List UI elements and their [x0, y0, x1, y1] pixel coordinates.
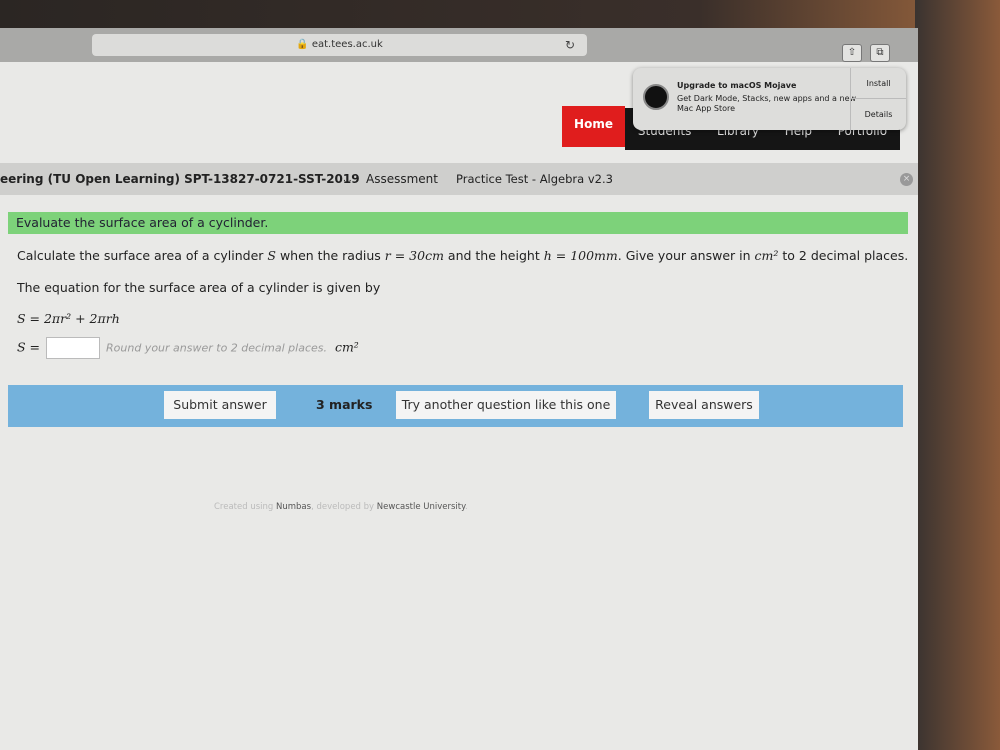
equation: S = 2πr² + 2πrh [17, 311, 120, 326]
mojave-icon [643, 84, 669, 110]
breadcrumb-test: Practice Test - Algebra v2.3 [456, 172, 613, 186]
question-heading: Evaluate the surface area of a cyclinder… [8, 212, 908, 234]
notification-body: Get Dark Mode, Stacks, new apps and a ne… [677, 94, 857, 113]
breadcrumb-assessment[interactable]: Assessment [366, 163, 438, 195]
submit-answer-button[interactable]: Submit answer [164, 391, 276, 419]
address-bar[interactable]: 🔒 eat.tees.ac.uk ↻ [92, 34, 587, 56]
breadcrumb: eering (TU Open Learning) SPT-13827-0721… [0, 163, 918, 195]
browser-toolbar: 🔒 eat.tees.ac.uk ↻ ⇧ ⧉ [0, 28, 918, 62]
tabs-icon[interactable]: ⧉ [870, 44, 890, 62]
question-statement: Calculate the surface area of a cylinder… [17, 248, 909, 263]
nav-home[interactable]: Home [562, 106, 625, 147]
share-icon[interactable]: ⇧ [842, 44, 862, 62]
answer-input[interactable] [46, 337, 101, 359]
reload-icon[interactable]: ↻ [565, 34, 575, 56]
newcastle-link[interactable]: Newcastle University [377, 502, 465, 512]
actions-bar: Submit answer 3 marks Try another questi… [8, 385, 903, 427]
lock-icon: 🔒 [296, 39, 309, 50]
notification-title: Upgrade to macOS Mojave [677, 81, 797, 90]
screen-bezel [0, 0, 1000, 30]
breadcrumb-course[interactable]: eering (TU Open Learning) SPT-13827-0721… [0, 163, 360, 195]
breadcrumb-ellipsis[interactable]: ... [343, 163, 352, 195]
numbas-link[interactable]: Numbas [276, 502, 311, 512]
browser-window: 🔒 eat.tees.ac.uk ↻ ⇧ ⧉ Home Students Libr… [0, 28, 918, 750]
try-another-button[interactable]: Try another question like this one [396, 391, 616, 419]
footer: Created using Numbas, developed by Newca… [214, 502, 468, 512]
details-button[interactable]: Details [851, 99, 906, 130]
close-icon[interactable]: × [900, 173, 913, 186]
macos-notification: Upgrade to macOS Mojave Get Dark Mode, S… [633, 68, 906, 130]
install-button[interactable]: Install [851, 68, 906, 99]
answer-row: S = Round your answer to 2 decimal places… [17, 337, 359, 359]
reveal-answers-button[interactable]: Reveal answers [649, 391, 759, 419]
background [915, 0, 1000, 750]
marks-label: 3 marks [316, 397, 373, 412]
answer-hint: Round your answer to 2 decimal places. [106, 341, 327, 355]
equation-intro: The equation for the surface area of a c… [17, 280, 381, 295]
